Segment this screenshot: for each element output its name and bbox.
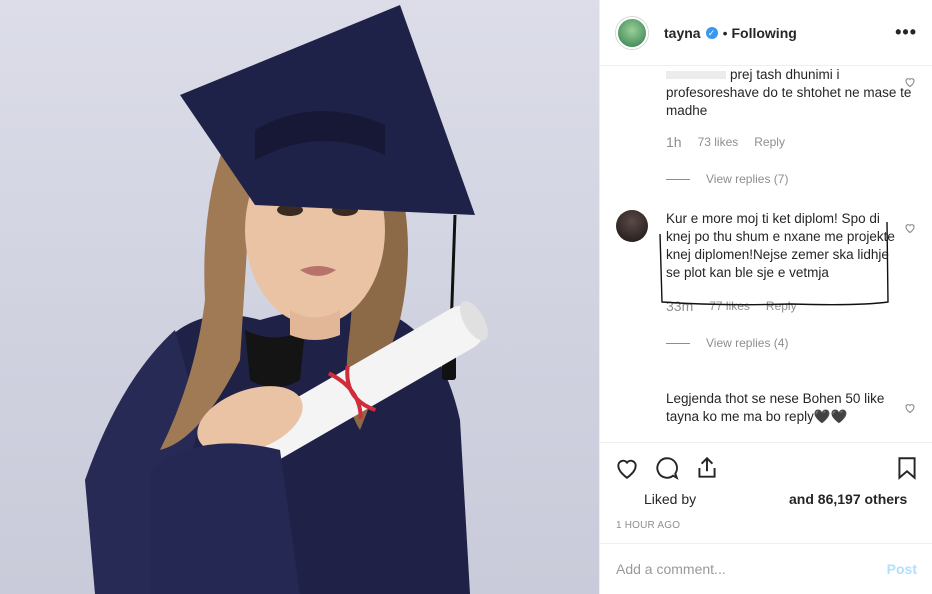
comment-icon[interactable] [654,455,680,481]
comment-input[interactable] [616,561,887,577]
view-replies-button[interactable]: View replies (7) [616,172,916,186]
post-side-panel: tayna ✓ • Following ••• prej tash dhunim… [599,0,932,594]
post-actions-bar [600,442,932,492]
more-options-icon[interactable]: ••• [895,22,917,43]
comment-text: Kur e more moj ti ket diplom! Spo di kne… [666,211,895,280]
replies-divider [666,178,690,180]
liked-by-count[interactable]: and 86,197 others [789,491,907,507]
author-avatar[interactable] [616,16,648,49]
comment-time: 33m [666,298,694,314]
comment-likes[interactable]: 73 likes [698,135,739,149]
replies-divider [666,342,690,344]
post-photo[interactable] [0,0,599,594]
verified-badge-icon: ✓ [705,26,718,39]
comment-item: prej tash dhunimi i profesoreshave do te… [616,66,916,186]
comment-meta: 33m 77 likes Reply [616,298,916,314]
liked-by-prefix: Liked by [644,491,697,507]
graduate-portrait-image [85,5,488,594]
following-button[interactable]: Following [731,25,796,41]
comment-time: 1h [666,134,682,150]
comment-like-heart-icon[interactable] [904,402,916,414]
comment-meta: 1h 73 likes Reply [616,134,916,150]
share-icon[interactable] [694,455,720,481]
comment-text: Legjenda thot se nese Bohen 50 like tayn… [666,391,885,424]
add-comment-bar: Post [600,543,932,594]
comments-list[interactable]: prej tash dhunimi i profesoreshave do te… [600,66,932,442]
post-comment-button[interactable]: Post [887,561,917,577]
comment-likes[interactable]: 77 likes [709,299,750,313]
comment-item: Legjenda thot se nese Bohen 50 like tayn… [616,390,916,426]
comment-text: prej tash dhunimi i profesoreshave do te… [666,67,912,118]
header-separator: • [722,24,728,41]
heart-icon[interactable] [614,455,640,481]
reply-button[interactable]: Reply [766,299,797,313]
hidden-username [666,71,726,80]
reply-button[interactable]: Reply [754,135,785,149]
author-username[interactable]: tayna [664,25,701,41]
comment-item: Kur e more moj ti ket diplom! Spo di kne… [616,210,916,350]
commenter-avatar[interactable] [616,210,648,242]
comment-like-heart-icon[interactable] [904,76,916,88]
comment-like-heart-icon[interactable] [904,222,916,234]
bookmark-icon[interactable] [894,455,920,481]
post-timestamp[interactable]: 1 HOUR AGO [616,520,680,531]
view-replies-button[interactable]: View replies (4) [616,336,916,350]
post-header: tayna ✓ • Following ••• [600,0,932,66]
